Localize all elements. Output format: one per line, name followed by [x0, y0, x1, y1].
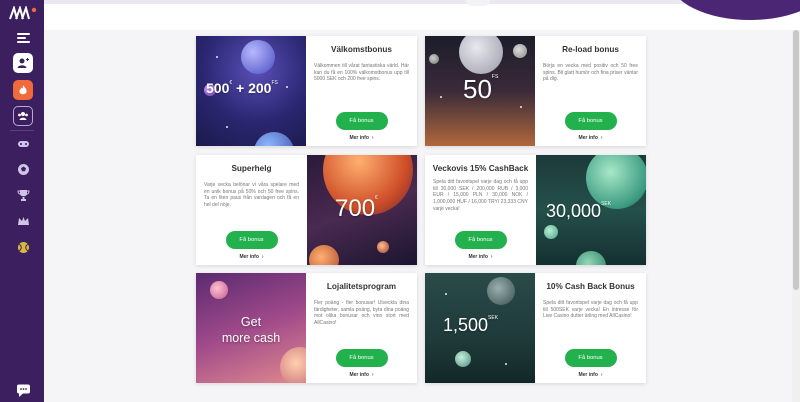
chevron-right-icon: › — [600, 135, 603, 141]
bonus-amount: 50FS — [463, 74, 499, 104]
logo[interactable] — [8, 4, 38, 20]
get-bonus-button[interactable]: Få bonus — [335, 112, 388, 130]
chevron-right-icon: › — [261, 254, 264, 260]
bonus-image: Get more cash — [196, 273, 306, 383]
bonus-amount: 30,000SEK — [546, 201, 612, 221]
more-info-link[interactable]: Mer info › — [349, 135, 373, 141]
sidebar — [0, 0, 44, 402]
top-handle[interactable] — [466, 0, 490, 6]
bonus-card-loyalty: Get more cash Lojalitetsprogram Fler poän… — [196, 273, 417, 383]
scrollbar[interactable] — [792, 30, 800, 402]
crown-icon — [17, 216, 29, 225]
chevron-right-icon: › — [490, 254, 493, 260]
get-bonus-button[interactable]: Få bonus — [454, 231, 507, 249]
chat-icon[interactable] — [16, 384, 31, 398]
bonus-info: Veckovis 15% CashBack Spela ditt favorit… — [425, 155, 536, 265]
group-button[interactable] — [13, 106, 33, 126]
bonus-card-superhelg: 700€ Superhelg Varje vecka belönar vi vå… — [196, 155, 417, 265]
bonus-description: Spela ditt favoritspel varje dag och få … — [433, 178, 528, 212]
get-bonus-button[interactable]: Få bonus — [564, 112, 617, 130]
hot-button[interactable] — [13, 80, 33, 100]
bonus-image: 700€ — [307, 155, 417, 265]
bonus-title: Re-load bonus — [562, 45, 619, 54]
header-banner — [44, 0, 800, 30]
bonus-info: Superhelg Varje vecka belönar vi våra sp… — [196, 155, 307, 265]
trophy-icon — [16, 189, 30, 201]
bonus-amount: Get more cash — [221, 315, 281, 345]
more-info-link[interactable]: Mer info › — [578, 135, 602, 141]
bonus-description: Välkommen till vårat fantastiska värld. … — [314, 62, 409, 83]
bonus-card-welcome: 500€ + 200FS Välkomstbonus Välkommen til… — [196, 36, 417, 146]
get-bonus-button[interactable]: Få bonus — [564, 349, 617, 367]
add-user-button[interactable] — [13, 53, 33, 73]
bonus-title: Välkomstbonus — [331, 45, 392, 54]
sidebar-item-bonus[interactable] — [13, 237, 33, 257]
bonus-title: 10% Cash Back Bonus — [546, 282, 635, 291]
chevron-right-icon: › — [371, 135, 374, 141]
bonus-description: Fler poäng - fler bonusar! Utveckla dina… — [314, 299, 409, 327]
sidebar-item-tournaments[interactable] — [13, 185, 33, 205]
bonus-card-weekly-cashback: 30,000SEK Veckovis 15% CashBack Spela di… — [425, 155, 646, 265]
soccer-ball-icon — [17, 163, 29, 175]
bonus-title: Superhelg — [231, 164, 272, 173]
bonus-amount: 500€ + 200FS — [206, 80, 278, 96]
menu-icon[interactable] — [13, 28, 33, 48]
add-user-icon — [17, 58, 29, 68]
group-icon — [18, 112, 28, 120]
bonus-description: Spela ditt favoritspel varje dag och få … — [543, 299, 638, 320]
tennis-ball-icon — [17, 241, 29, 253]
bonus-image: 500€ + 200FS — [196, 36, 306, 146]
bonus-amount: 700€ — [335, 195, 378, 222]
sidebar-item-vip[interactable] — [13, 211, 33, 231]
bonus-image: 1,500SEK — [425, 273, 535, 383]
more-info-link[interactable]: Mer info › — [468, 254, 492, 260]
scrollbar-thumb[interactable] — [793, 30, 799, 290]
bonus-info: Lojalitetsprogram Fler poäng - fler bonu… — [306, 273, 417, 383]
bonus-card-cashback-10: 1,500SEK 10% Cash Back Bonus Spela ditt … — [425, 273, 646, 383]
bonus-description: Varje vecka belönar vi våra spelare med … — [204, 181, 299, 209]
bonus-info: Välkomstbonus Välkommen till vårat fanta… — [306, 36, 417, 146]
bonus-title: Lojalitetsprogram — [326, 282, 397, 291]
more-info-link[interactable]: Mer info › — [239, 254, 263, 260]
sidebar-divider — [10, 130, 34, 131]
bonus-card-reload: 50FS Re-load bonus Börja en vecka med po… — [425, 36, 646, 146]
sidebar-item-sports[interactable] — [13, 159, 33, 179]
bonus-image: 30,000SEK — [536, 155, 646, 265]
more-info-link[interactable]: Mer info › — [349, 372, 373, 378]
gamepad-icon — [17, 140, 29, 147]
bonus-description: Börja en vecka med positiv och 50 free s… — [543, 62, 638, 83]
chevron-right-icon: › — [371, 372, 374, 378]
sidebar-item-games[interactable] — [13, 133, 33, 153]
bonus-amount: 1,500SEK — [443, 315, 499, 335]
get-bonus-button[interactable]: Få bonus — [225, 231, 278, 249]
bonus-info: 10% Cash Back Bonus Spela ditt favoritsp… — [535, 273, 646, 383]
bonus-info: Re-load bonus Börja en vecka med positiv… — [535, 36, 646, 146]
more-info-link[interactable]: Mer info › — [578, 372, 602, 378]
chevron-right-icon: › — [600, 372, 603, 378]
fire-icon — [19, 85, 27, 95]
bonus-title: Veckovis 15% CashBack — [432, 164, 529, 173]
get-bonus-button[interactable]: Få bonus — [335, 349, 388, 367]
bonus-image: 50FS — [425, 36, 535, 146]
